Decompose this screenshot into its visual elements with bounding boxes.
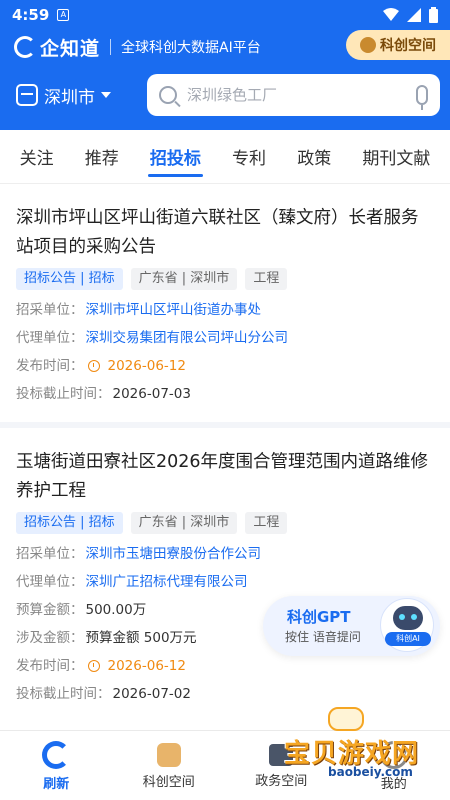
deadline-row: 投标截止时间： 2026-07-03 [16, 380, 434, 408]
robot-head [393, 606, 423, 630]
wifi-icon [383, 8, 399, 21]
search-icon [159, 86, 177, 104]
search-input[interactable] [187, 86, 410, 104]
publish-date: 2026-06-12 [107, 358, 186, 374]
city-label: 深圳市 [44, 87, 95, 108]
gpt-title: 科创GPT [287, 608, 351, 626]
gpt-subtitle: 按住 语音提问 [285, 630, 361, 644]
budget-value: 500.00万 [85, 602, 147, 618]
purchaser-link[interactable]: 深圳市坪山区坪山街道办事处 [86, 296, 262, 324]
brand-logo-icon [14, 36, 36, 58]
purchaser-label: 招采单位： [16, 546, 84, 562]
tag-category: 工程 [245, 268, 288, 290]
tag-row: 招标公告 | 招标 广东省 | 深圳市 工程 [16, 512, 434, 534]
notification-a-icon: A [57, 9, 70, 21]
agent-row: 代理单位： 深圳交易集团有限公司坪山分公司 [16, 324, 434, 352]
watermark-url: baobeiy.com [328, 765, 413, 779]
status-time: 4:59 [12, 6, 50, 24]
amount-label: 涉及金额： [16, 630, 84, 646]
brand-name: 企知道 [40, 37, 101, 60]
battery-icon [429, 7, 438, 23]
deadline-row: 投标截止时间： 2026-07-02 [16, 680, 434, 708]
robot-label: 科创AI [385, 632, 431, 646]
amount-value: 预算金额 500万元 [85, 630, 197, 646]
refresh-icon [42, 741, 71, 769]
tab-journal[interactable]: 期刊文献 [360, 134, 432, 179]
tag-notice-type: 招标公告 | 招标 [16, 268, 123, 290]
tab-recommend[interactable]: 推荐 [83, 134, 121, 179]
tab-follow[interactable]: 关注 [18, 134, 56, 179]
bid-card[interactable]: 玉塘街道田寮社区2026年度围合管理范围内道路维修养护工程 招标公告 | 招标 … [0, 422, 450, 708]
nav-kechuang-space[interactable]: 科创空间 [113, 731, 226, 800]
brand-row: 企知道 全球科创大数据AI平台 [14, 32, 261, 62]
robot-avatar-icon: 科创AI [380, 598, 434, 652]
agent-link[interactable]: 深圳交易集团有限公司坪山分公司 [86, 324, 289, 352]
tag-category: 工程 [245, 512, 288, 534]
microphone-icon[interactable] [416, 85, 428, 110]
nav-refresh-label: 刷新 [43, 777, 70, 792]
deadline-label: 投标截止时间： [16, 386, 111, 402]
status-icons [383, 7, 438, 23]
space-icon [156, 743, 181, 767]
clock-icon [87, 360, 100, 372]
kechuang-icon [360, 37, 376, 53]
tag-row: 招标公告 | 招标 广东省 | 深圳市 工程 [16, 268, 434, 290]
purchaser-label: 招采单位： [16, 302, 84, 318]
nav-refresh[interactable]: 刷新 [0, 731, 113, 800]
tag-notice-type: 招标公告 | 招标 [16, 512, 123, 534]
gamepad-icon [328, 707, 364, 731]
bid-title[interactable]: 玉塘街道田寮社区2026年度围合管理范围内道路维修养护工程 [16, 448, 434, 506]
category-tabs: 关注 推荐 招投标 专利 政策 期刊文献 [0, 130, 450, 184]
kechuang-space-button[interactable]: 科创空间 [346, 30, 450, 60]
bid-title[interactable]: 深圳市坪山区坪山街道六联社区（臻文府）长者服务站项目的采购公告 [16, 204, 434, 262]
publish-row: 发布时间： 2026-06-12 [16, 352, 434, 380]
city-selector[interactable]: 深圳市 [16, 77, 111, 113]
tab-bidding[interactable]: 招投标 [147, 134, 203, 179]
deadline-date: 2026-07-02 [112, 686, 191, 702]
brand-slogan: 全球科创大数据AI平台 [121, 40, 261, 56]
kechuang-label: 科创空间 [380, 38, 436, 54]
publish-row: 发布时间： 2026-06-12 [16, 652, 434, 680]
agent-label: 代理单位： [16, 330, 84, 346]
site-watermark: 宝贝游戏网 baobeiy.com [278, 705, 428, 785]
bid-card[interactable]: 深圳市坪山区坪山街道六联社区（臻文府）长者服务站项目的采购公告 招标公告 | 招… [0, 184, 450, 422]
publish-date: 2026-06-12 [107, 658, 186, 674]
app-header: 企知道 全球科创大数据AI平台 科创空间 深圳市 [0, 30, 450, 130]
publish-label: 发布时间： [16, 358, 84, 374]
tag-region: 广东省 | 深圳市 [130, 512, 238, 534]
tab-patent[interactable]: 专利 [230, 134, 268, 179]
status-bar: 4:59 A [0, 0, 450, 30]
deadline-date: 2026-07-03 [112, 386, 191, 402]
search-bar[interactable] [147, 74, 440, 116]
budget-label: 预算金额： [16, 602, 84, 618]
agent-row: 代理单位： 深圳广正招标代理有限公司 [16, 568, 434, 596]
deadline-label: 投标截止时间： [16, 686, 111, 702]
signal-icon [407, 8, 421, 22]
nav-space-label: 科创空间 [142, 775, 195, 790]
publish-label: 发布时间： [16, 658, 84, 674]
purchaser-row: 招采单位： 深圳市坪山区坪山街道办事处 [16, 296, 434, 324]
agent-link[interactable]: 深圳广正招标代理有限公司 [86, 568, 248, 596]
agent-label: 代理单位： [16, 574, 84, 590]
caret-down-icon [101, 92, 111, 98]
tab-policy[interactable]: 政策 [295, 134, 333, 179]
purchaser-row: 招采单位： 深圳市玉塘田寮股份合作公司 [16, 540, 434, 568]
scan-icon[interactable] [16, 84, 38, 106]
kechuang-gpt-button[interactable]: 科创GPT 按住 语音提问 科创AI [263, 596, 440, 656]
clock-icon [87, 660, 100, 672]
purchaser-link[interactable]: 深圳市玉塘田寮股份合作公司 [86, 540, 262, 568]
tag-region: 广东省 | 深圳市 [130, 268, 238, 290]
brand-divider [110, 39, 112, 55]
